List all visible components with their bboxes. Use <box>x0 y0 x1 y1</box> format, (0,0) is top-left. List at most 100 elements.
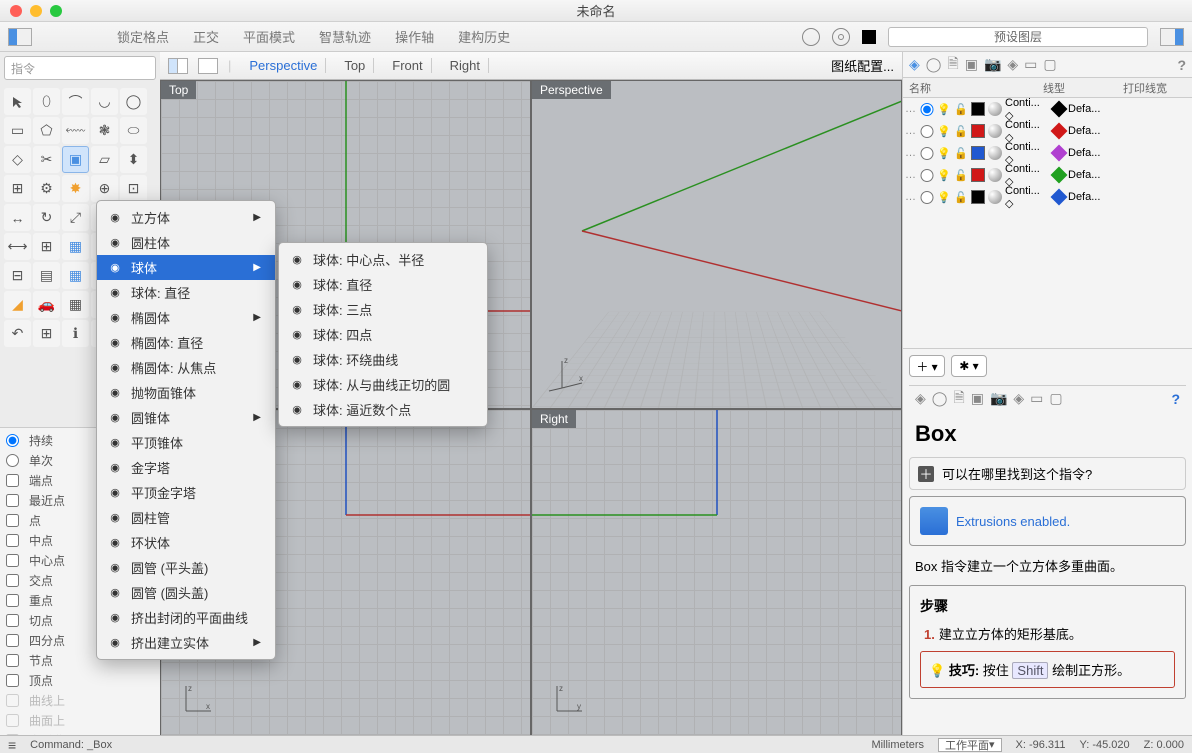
layer-row[interactable]: … 💡 🔓 Conti... ◇ Defa... <box>903 186 1192 208</box>
tool-rotate[interactable]: ↻ <box>33 204 60 231</box>
osnap-quad[interactable] <box>6 634 19 647</box>
menu-smarttrack[interactable]: 智慧轨迹 <box>319 27 371 46</box>
ctx-item[interactable]: ◉椭圆体: 从焦点 <box>97 355 275 380</box>
layer-row[interactable]: … 💡 🔓 Conti... ◇ Defa... <box>903 164 1192 186</box>
monitor-icon[interactable]: ▢ <box>1043 56 1056 73</box>
hprop-icon[interactable]: ◯ <box>932 390 948 407</box>
display-icon[interactable]: ▭ <box>1024 56 1037 73</box>
tool-text[interactable]: ⊞ <box>33 233 60 260</box>
notes-icon[interactable]: 🗎 <box>947 53 958 77</box>
tool-ellipse[interactable]: ⬭ <box>120 117 147 144</box>
osnap-persistent[interactable] <box>6 434 19 447</box>
tool-extrude[interactable]: ⬍ <box>120 146 147 173</box>
lights-icon[interactable]: ◈ <box>1007 56 1018 73</box>
layer-row[interactable]: … 💡 🔓 Conti... ◇ Defa... <box>903 120 1192 142</box>
col-linetype[interactable]: 线型 <box>1043 80 1123 96</box>
tool-arc[interactable]: ◡ <box>91 88 118 115</box>
properties-icon[interactable]: ◯ <box>926 56 942 73</box>
tool-car[interactable]: 🚗 <box>33 291 60 318</box>
osnap-vert[interactable] <box>6 674 19 687</box>
layers-icon[interactable]: ◈ <box>909 56 920 73</box>
ctx-item[interactable]: ◉立方体▶ <box>97 205 275 230</box>
ctx-item[interactable]: ◉挤出封闭的平面曲线 <box>97 605 275 630</box>
tool-layers[interactable]: ▤ <box>33 262 60 289</box>
command-input[interactable]: 指令 <box>4 56 156 80</box>
osnap-perp[interactable] <box>6 594 19 607</box>
tool-pointer[interactable] <box>4 88 31 115</box>
tool-swatch[interactable]: ▦ <box>62 291 89 318</box>
ctx-item[interactable]: ◉圆管 (平头盖) <box>97 555 275 580</box>
ctx-item[interactable]: ◉平顶金字塔 <box>97 480 275 505</box>
menu-gumball[interactable]: 操作轴 <box>395 27 434 46</box>
layer-row[interactable]: … 💡 🔓 Conti... ◇ Defa... <box>903 142 1192 164</box>
ctx-item[interactable]: ◉圆柱管 <box>97 505 275 530</box>
ctx-item[interactable]: ◉球体: 中心点、半径 <box>279 247 487 272</box>
hlayers-icon[interactable]: ◈ <box>915 390 926 407</box>
ctx-item[interactable]: ◉球体: 三点 <box>279 297 487 322</box>
osnap-int[interactable] <box>6 574 19 587</box>
ctx-item[interactable]: ◉圆管 (圆头盖) <box>97 580 275 605</box>
col-name[interactable]: 名称 <box>903 80 1043 96</box>
ctx-item[interactable]: ◉平顶锥体 <box>97 430 275 455</box>
tool-edit-points[interactable]: ◇ <box>4 146 31 173</box>
tool-rect[interactable]: ▭ <box>4 117 31 144</box>
tool-undo[interactable]: ↶ <box>4 320 31 347</box>
tool-cplane[interactable]: ▦ <box>62 262 89 289</box>
tool-spiral[interactable]: ❃ <box>91 117 118 144</box>
status-cplane[interactable]: 工作平面 ▾ <box>938 738 1002 752</box>
ctx-item[interactable]: ◉球体: 从与曲线正切的圆 <box>279 372 487 397</box>
vp-config[interactable]: 图纸配置... <box>831 56 894 75</box>
osnap-near[interactable] <box>6 494 19 507</box>
osnap-tan[interactable] <box>6 614 19 627</box>
tool-box[interactable]: ▣ <box>62 146 89 173</box>
ctx-item[interactable]: ◉球体: 逼近数个点 <box>279 397 487 422</box>
status-units[interactable]: Millimeters <box>871 739 924 751</box>
tool-group[interactable]: ⊡ <box>120 175 147 202</box>
ctx-item[interactable]: ◉环状体 <box>97 530 275 555</box>
help-where-expand[interactable]: ＋ 可以在哪里找到这个指令? <box>909 457 1186 490</box>
ctx-item[interactable]: ◉椭圆体: 直径 <box>97 330 275 355</box>
viewport-perspective[interactable]: Perspective zx <box>531 80 902 409</box>
tool-circle[interactable]: ◯ <box>120 88 147 115</box>
ctx-item[interactable]: ◉球体: 四点 <box>279 322 487 347</box>
help-icon[interactable]: ? <box>1177 57 1186 73</box>
hbox-icon[interactable]: ▣ <box>971 390 984 407</box>
maximize-window-button[interactable] <box>50 5 62 17</box>
target-icon[interactable] <box>832 28 850 46</box>
tool-join[interactable]: ⊕ <box>91 175 118 202</box>
tool-redo[interactable]: ⊞ <box>33 320 60 347</box>
close-window-button[interactable] <box>10 5 22 17</box>
tool-mesh[interactable]: ⊞ <box>4 175 31 202</box>
tool-paint[interactable]: ◢ <box>4 291 31 318</box>
osnap-point[interactable] <box>6 514 19 527</box>
hhelp-icon[interactable]: ? <box>1171 391 1180 407</box>
ctx-item[interactable]: ◉抛物面锥体 <box>97 380 275 405</box>
minimize-window-button[interactable] <box>30 5 42 17</box>
osnap-end[interactable] <box>6 474 19 487</box>
tool-scale[interactable]: ⤢ <box>62 204 89 231</box>
tool-freeform[interactable]: ⬳ <box>62 117 89 144</box>
vp-tab-front[interactable]: Front <box>384 58 431 73</box>
tool-plane[interactable]: ▱ <box>91 146 118 173</box>
osnap-mid[interactable] <box>6 534 19 547</box>
vp-tab-right[interactable]: Right <box>442 58 489 73</box>
right-sidebar-toggle[interactable] <box>1160 28 1184 46</box>
hdisp-icon[interactable]: ▭ <box>1030 390 1043 407</box>
ctx-item[interactable]: ◉椭圆体▶ <box>97 305 275 330</box>
singleview-icon[interactable] <box>198 58 218 74</box>
tool-curve[interactable]: ⌒ <box>62 88 89 115</box>
ctx-item[interactable]: ◉挤出建立实体▶ <box>97 630 275 655</box>
osnap-oneshot[interactable] <box>6 454 19 467</box>
menu-planar[interactable]: 平面模式 <box>243 27 295 46</box>
osnap-knot[interactable] <box>6 654 19 667</box>
menu-ortho[interactable]: 正交 <box>193 27 219 46</box>
osnap-cen[interactable] <box>6 554 19 567</box>
tool-polygon[interactable]: ⬠ <box>33 117 60 144</box>
tool-analyze[interactable]: ▦ <box>62 233 89 260</box>
ctx-item[interactable]: ◉球体▶ <box>97 255 275 280</box>
tool-move[interactable]: ↔ <box>4 204 31 231</box>
menu-grid-snap[interactable]: 锁定格点 <box>117 27 169 46</box>
ctx-item[interactable]: ◉球体: 直径 <box>97 280 275 305</box>
viewport-right[interactable]: Right zy <box>531 409 902 738</box>
ctx-item[interactable]: ◉球体: 直径 <box>279 272 487 297</box>
